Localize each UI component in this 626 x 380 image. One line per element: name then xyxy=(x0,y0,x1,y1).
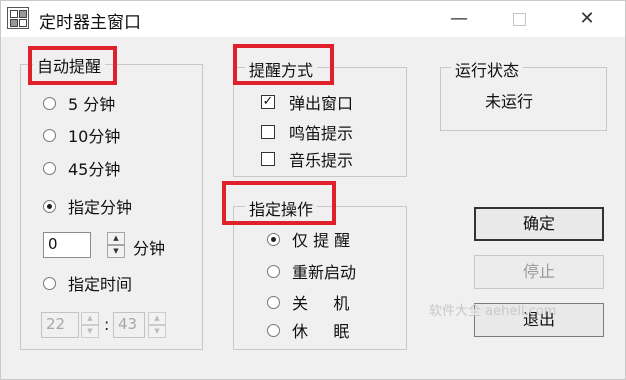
highlight-auto-reminder xyxy=(28,46,117,85)
radio-indicator xyxy=(43,199,56,213)
radio-indicator xyxy=(267,232,280,246)
spin-down-icon[interactable]: ▼ xyxy=(148,325,166,338)
radio-45-minutes[interactable]: 45分钟 xyxy=(43,157,120,179)
maximize-button[interactable] xyxy=(497,3,541,35)
close-button[interactable]: ✕ xyxy=(565,3,609,35)
radio-custom-minutes[interactable]: 指定分钟 xyxy=(43,195,132,217)
hour-spinner[interactable]: ▲ ▼ xyxy=(81,312,99,338)
minutes-input[interactable]: 0 xyxy=(43,232,91,258)
minutes-unit-label: 分钟 xyxy=(133,239,166,258)
maximize-icon xyxy=(512,12,526,26)
radio-restart[interactable]: 重新启动 xyxy=(267,260,356,282)
radio-hibernate[interactable]: 休 眠 xyxy=(267,319,349,341)
radio-10-minutes[interactable]: 10分钟 xyxy=(43,124,120,146)
spin-up-icon[interactable]: ▲ xyxy=(148,312,166,325)
check-icon: ✓ xyxy=(261,94,275,109)
app-icon xyxy=(7,7,29,29)
radio-label: 指定时间 xyxy=(68,275,133,294)
radio-indicator xyxy=(267,264,280,278)
stop-button[interactable]: 停止 xyxy=(474,255,604,289)
minute-spinner[interactable]: ▲ ▼ xyxy=(148,312,166,338)
main-window: 定时器主窗口 — ✕ 自动提醒 5 分钟 10分钟 45分钟 指定分钟 0 ▲ … xyxy=(0,0,626,380)
radio-label: 5 分钟 xyxy=(68,95,116,114)
radio-remind-only[interactable]: 仅 提 醒 xyxy=(267,228,350,250)
spin-up-icon[interactable]: ▲ xyxy=(81,312,99,325)
checkbox-box xyxy=(261,152,275,166)
title-bar[interactable]: 定时器主窗口 — ✕ xyxy=(1,1,625,37)
radio-label: 45分钟 xyxy=(68,160,121,179)
radio-indicator xyxy=(267,295,280,309)
minutes-spinner[interactable]: ▲ ▼ xyxy=(107,232,125,258)
window-title: 定时器主窗口 xyxy=(39,13,141,33)
checkbox-popup-window[interactable]: ✓ 弹出窗口 xyxy=(261,91,353,113)
radio-label: 关 机 xyxy=(292,294,350,313)
checkbox-beep[interactable]: 鸣笛提示 xyxy=(261,121,353,143)
minimize-button[interactable]: — xyxy=(437,3,481,35)
time-separator: : xyxy=(104,315,110,334)
radio-label: 重新启动 xyxy=(292,263,357,282)
run-status-legend: 运行状态 xyxy=(451,57,524,81)
watermark-text: 软件大全 aehell.com xyxy=(429,304,557,319)
confirm-button[interactable]: 确定 xyxy=(474,207,604,241)
run-status-value: 未运行 xyxy=(485,92,534,111)
highlight-specified-action xyxy=(222,181,336,225)
highlight-reminder-method xyxy=(233,44,334,85)
hour-input[interactable]: 22 xyxy=(41,312,79,338)
radio-label: 休 眠 xyxy=(292,322,350,341)
checkbox-label: 音乐提示 xyxy=(289,151,354,170)
checkbox-label: 弹出窗口 xyxy=(289,94,354,113)
radio-indicator xyxy=(267,323,280,337)
radio-custom-time[interactable]: 指定时间 xyxy=(43,272,132,294)
radio-indicator xyxy=(43,161,56,175)
spin-down-icon[interactable]: ▼ xyxy=(81,325,99,338)
spin-down-icon[interactable]: ▼ xyxy=(107,245,125,258)
radio-label: 仅 提 醒 xyxy=(292,231,351,250)
checkbox-music[interactable]: 音乐提示 xyxy=(261,148,353,170)
radio-5-minutes[interactable]: 5 分钟 xyxy=(43,92,115,114)
checkbox-label: 鸣笛提示 xyxy=(289,124,354,143)
radio-shutdown[interactable]: 关 机 xyxy=(267,291,349,313)
radio-indicator xyxy=(43,276,56,290)
minute-input[interactable]: 43 xyxy=(113,312,145,338)
radio-label: 10分钟 xyxy=(68,127,121,146)
radio-indicator xyxy=(43,96,56,110)
radio-indicator xyxy=(43,128,56,142)
checkbox-box xyxy=(261,125,275,139)
spin-up-icon[interactable]: ▲ xyxy=(107,232,125,245)
radio-label: 指定分钟 xyxy=(68,198,133,217)
